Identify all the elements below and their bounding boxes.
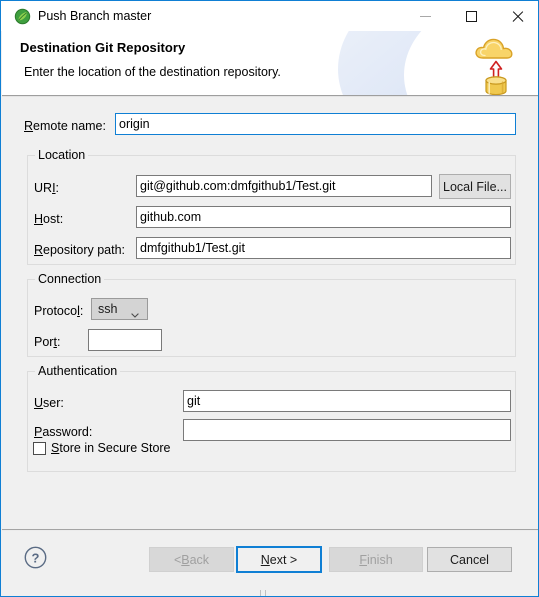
host-input[interactable]	[136, 206, 511, 228]
store-secure-store-checkbox[interactable]: Store in Secure Store	[33, 441, 171, 455]
chevron-down-icon	[131, 307, 139, 318]
svg-text:?: ?	[32, 550, 40, 565]
back-button[interactable]: < Back	[149, 547, 234, 572]
taskbar-nub	[260, 590, 282, 596]
uri-input[interactable]	[136, 175, 432, 197]
remote-name-input[interactable]	[115, 113, 516, 135]
minimize-icon	[402, 1, 448, 31]
connection-group-label: Connection	[35, 272, 105, 286]
maximize-button[interactable]	[448, 1, 494, 31]
next-button-label: Next >	[260, 552, 298, 567]
wizard-content: Remote name: Location URI: Local File...…	[2, 97, 538, 529]
maximize-icon	[448, 1, 494, 31]
git-green-icon	[14, 8, 31, 25]
remote-name-label: Remote name:	[24, 119, 106, 133]
push-branch-dialog: Push Branch master Destination Git Repos…	[0, 0, 539, 597]
user-input[interactable]	[183, 390, 511, 412]
help-question-icon[interactable]: ?	[24, 546, 47, 569]
host-label: Host:	[34, 212, 64, 226]
authentication-group-label: Authentication	[35, 364, 121, 378]
cloud-upload-database-icon	[467, 34, 525, 95]
wizard-header: Destination Git Repository Enter the loc…	[2, 31, 538, 95]
close-icon	[494, 1, 538, 31]
repository-path-input[interactable]	[136, 237, 511, 259]
protocol-value: ssh	[98, 302, 118, 316]
window-title: Push Branch master	[38, 9, 152, 23]
password-input[interactable]	[183, 419, 511, 441]
finish-button[interactable]: Finish	[329, 547, 423, 572]
location-group-label: Location	[35, 148, 89, 162]
protocol-select[interactable]: ssh	[91, 298, 148, 320]
uri-label: URI:	[34, 181, 60, 195]
checkbox-box-icon	[33, 441, 46, 455]
footer-divider-highlight	[2, 530, 538, 531]
next-button[interactable]: Next >	[236, 546, 322, 573]
user-label: User:	[34, 396, 64, 410]
local-file-button[interactable]: Local File...	[439, 174, 511, 199]
page-subtitle: Enter the location of the destination re…	[24, 65, 281, 79]
store-secure-store-label: Store in Secure Store	[51, 441, 171, 455]
repository-path-label: Repository path:	[34, 243, 126, 257]
page-title: Destination Git Repository	[20, 40, 186, 55]
title-bar: Push Branch master	[1, 0, 538, 31]
close-button[interactable]	[494, 1, 538, 31]
port-label: Port:	[34, 335, 61, 349]
password-label: Password:	[34, 425, 93, 439]
cancel-button[interactable]: Cancel	[427, 547, 512, 572]
port-input[interactable]	[88, 329, 162, 351]
protocol-label: Protocol:	[34, 304, 84, 318]
minimize-button[interactable]	[402, 1, 448, 31]
